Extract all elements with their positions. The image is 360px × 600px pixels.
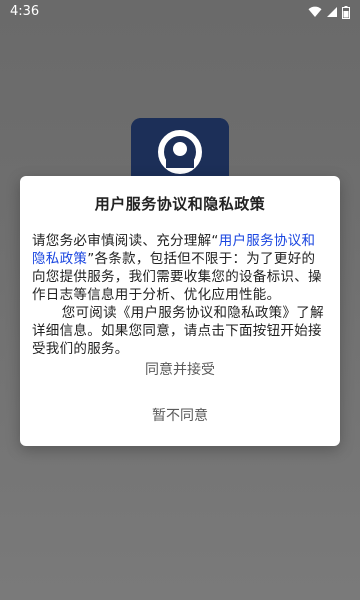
status-time: 4:36 [10, 4, 40, 19]
privacy-dialog: 用户服务协议和隐私政策 请您务必审慎阅读、充分理解“用户服务协议和隐私政策”各条… [20, 176, 340, 446]
battery-icon [342, 5, 350, 19]
dialog-title: 用户服务协议和隐私政策 [94, 195, 266, 213]
dialog-paragraph-1: 请您务必审慎阅读、充分理解“用户服务协议和隐私政策”各条款，包括但不限于：为了更… [32, 232, 328, 304]
status-bar: 4:36 [0, 0, 360, 24]
agree-button[interactable]: 同意并接受 [20, 352, 340, 388]
signal-icon [326, 6, 338, 18]
dialog-body: 请您务必审慎阅读、充分理解“用户服务协议和隐私政策”各条款，包括但不限于：为了更… [32, 232, 328, 358]
paragraph-1-prefix: 请您务必审慎阅读、充分理解“ [32, 233, 219, 249]
dialog-paragraph-2: 您可阅读《用户服务协议和隐私政策》了解详细信息。如果您同意，请点击下面按钮开始接… [32, 305, 324, 357]
app-logo-icon [131, 118, 229, 180]
status-icons [308, 4, 350, 20]
disagree-button[interactable]: 暂不同意 [20, 398, 340, 434]
wifi-icon [308, 6, 322, 18]
